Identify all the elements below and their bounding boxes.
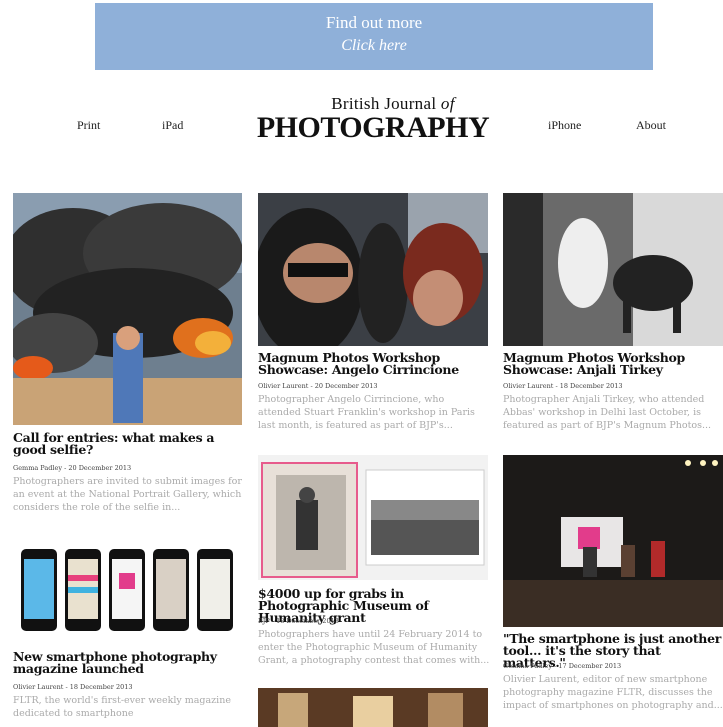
nav-iphone[interactable]: iPhone [548, 118, 581, 133]
article-image-phones[interactable] [13, 545, 242, 637]
article-title[interactable]: Magnum Photos Workshop Showcase: Angelo … [258, 351, 490, 376]
bw-cow-photo [503, 193, 723, 346]
article-excerpt: FLTR, the world's first-ever weekly maga… [13, 695, 231, 719]
promo-banner[interactable]: Find out more Click here [95, 3, 653, 70]
article-image-next[interactable] [258, 688, 488, 727]
article-title[interactable]: New smartphone photography magazine laun… [13, 650, 245, 675]
article-image-grant[interactable] [258, 455, 488, 580]
article-image-tirkey[interactable] [503, 193, 723, 346]
article-image-cirrincione[interactable] [258, 193, 488, 346]
article-excerpt: Photographers have until 24 February 201… [258, 629, 490, 666]
banner-line1: Find out more [325, 13, 423, 32]
article-excerpt: Photographer Anjali Tirkey, who attended… [503, 394, 712, 431]
article-image-smartphone-talk[interactable] [503, 455, 723, 627]
article-excerpt: Photographer Angelo Cirrincione, who att… [258, 394, 475, 431]
article-excerpt: Olivier Laurent, editor of new smartphon… [503, 674, 723, 711]
nav-print[interactable]: Print [77, 118, 100, 133]
logo-main-text: PHOTOGRAPHY [256, 111, 490, 144]
smartphones-photo [13, 545, 242, 637]
nav-ipad[interactable]: iPad [162, 118, 183, 133]
article-excerpt: Photographers are invited to submit imag… [13, 476, 242, 513]
gallery-photo [258, 688, 488, 727]
panel-discussion-photo [503, 455, 723, 627]
article-meta: Olivier Laurent - 20 December 2013 [258, 382, 378, 390]
banner-line2: Click here [341, 37, 407, 54]
magnum-workshop-photo [258, 193, 488, 346]
article-meta: Gemma Padley - 20 December 2013 [13, 464, 132, 472]
article-meta: Olivier Laurent - 18 December 2013 [503, 382, 623, 390]
article-title[interactable]: Magnum Photos Workshop Showcase: Anjali … [503, 351, 723, 376]
bjp-logo[interactable]: British Journal of PHOTOGRAPHY [228, 94, 518, 144]
article-meta: Gemma Padley - 17 December 2013 [503, 662, 622, 670]
article-image-selfie[interactable] [13, 193, 242, 425]
article-title[interactable]: Call for entries: what makes a good self… [13, 431, 245, 456]
smoke-fire-photo [13, 193, 242, 425]
nav-about[interactable]: About [636, 118, 666, 133]
article-meta: BJP - 18 December 2013 [258, 617, 339, 625]
photo-prints-photo [258, 455, 488, 580]
article-meta: Olivier Laurent - 18 December 2013 [13, 683, 133, 691]
